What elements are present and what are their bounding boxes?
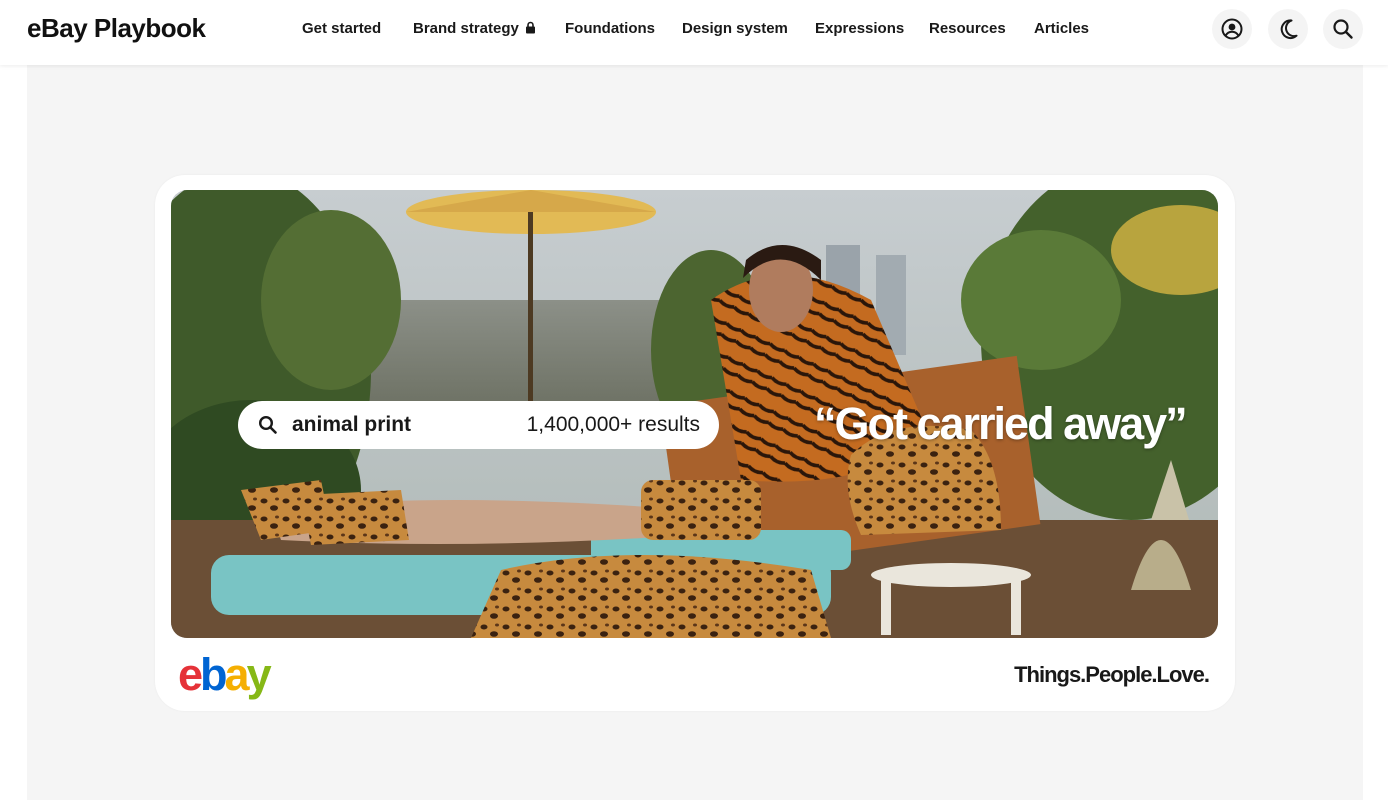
account-button[interactable] — [1212, 9, 1252, 49]
moon-icon — [1280, 19, 1298, 40]
nav-resources[interactable]: Resources — [929, 19, 1006, 39]
account-icon — [1221, 18, 1243, 40]
search-query-text: animal print — [292, 413, 412, 436]
logo-letter-b: b — [200, 649, 227, 700]
ad-quote: “Got carried away” — [814, 398, 1188, 449]
search-button[interactable] — [1323, 9, 1363, 49]
dark-mode-toggle[interactable] — [1268, 9, 1308, 49]
logo-letter-y: y — [246, 649, 272, 700]
nav-expressions[interactable]: Expressions — [815, 19, 904, 39]
search-icon — [1333, 19, 1353, 39]
search-icon — [258, 415, 277, 434]
ad-card: animal print 1,400,000+ results “Got car… — [155, 175, 1235, 711]
hero-image: animal print 1,400,000+ results “Got car… — [171, 190, 1218, 638]
nav-articles[interactable]: Articles — [1034, 19, 1089, 39]
nav-get-started[interactable]: Get started — [302, 19, 381, 39]
lock-icon — [525, 21, 535, 34]
nav-brand-strategy-label: Brand strategy — [413, 20, 519, 37]
logo-letter-a: a — [224, 649, 250, 700]
search-pill: animal print 1,400,000+ results — [238, 401, 719, 449]
nav-design-system[interactable]: Design system — [682, 19, 788, 39]
search-results-count: 1,400,000+ results — [526, 413, 700, 436]
tagline: Things.People.Love. — [1014, 662, 1210, 687]
top-navigation-bar: eBay Playbook Get started Brand strategy… — [0, 0, 1388, 65]
logo-letter-e: e — [178, 649, 203, 700]
ebay-logo: ebay — [178, 652, 272, 697]
main-nav: Get started Brand strategy Foundations D… — [0, 0, 1388, 58]
nav-foundations[interactable]: Foundations — [565, 19, 655, 39]
nav-brand-strategy[interactable]: Brand strategy — [413, 19, 536, 39]
